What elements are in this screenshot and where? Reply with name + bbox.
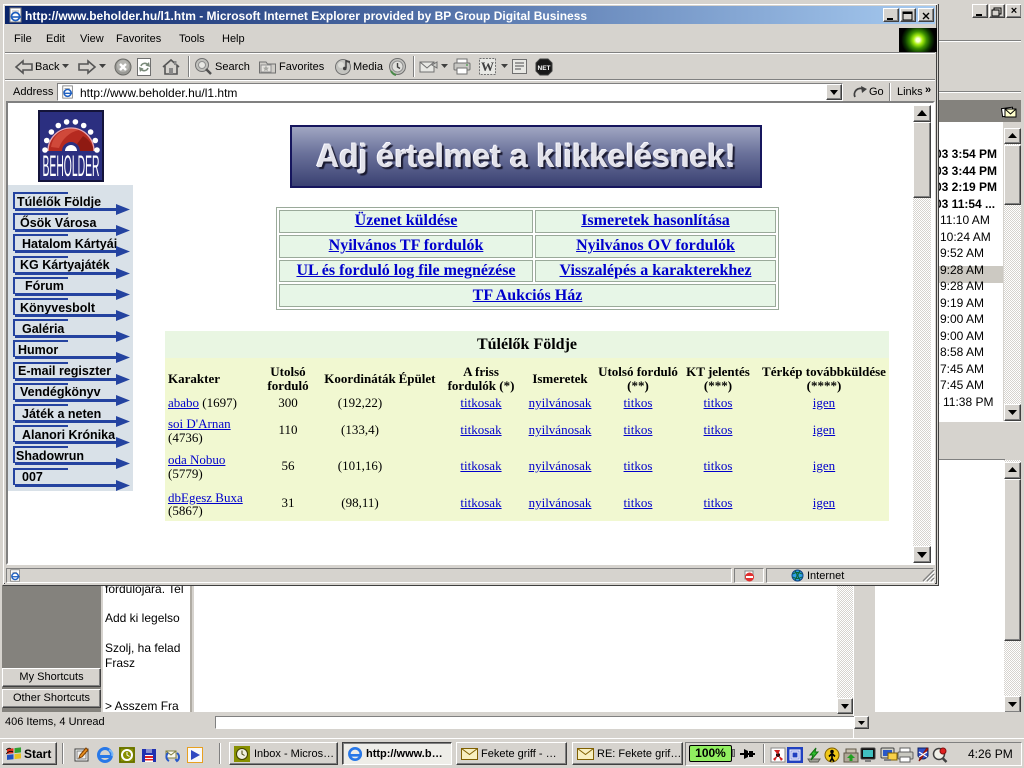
svg-text:NET: NET: [538, 65, 551, 72]
svg-text:W: W: [481, 59, 494, 74]
svg-text:BEHOLDER: BEHOLDER: [43, 150, 100, 182]
